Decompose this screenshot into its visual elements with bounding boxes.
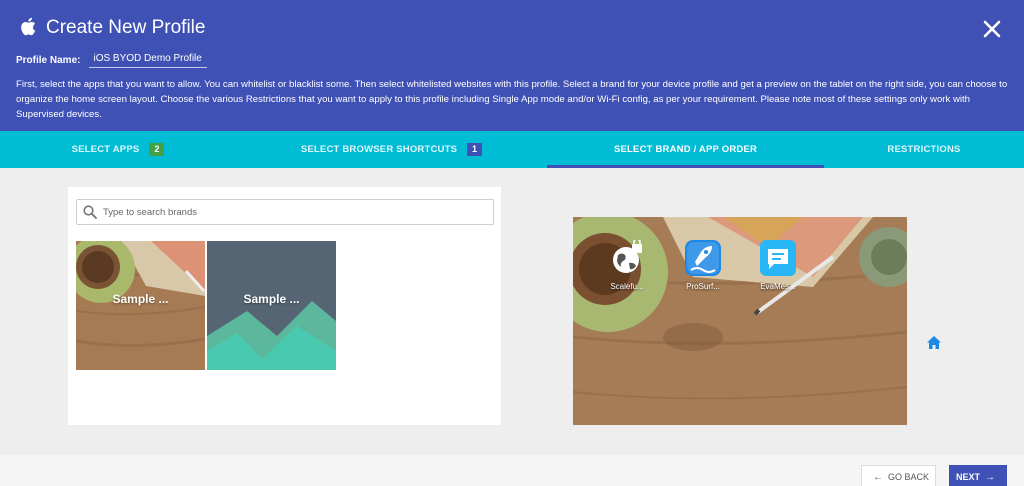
chat-icon [760,240,796,276]
tab-label: SELECT APPS [71,144,140,155]
app-label: EvaMes... [760,282,796,291]
header: Create New Profile Profile Name: First, … [0,0,1024,131]
brand-tile[interactable]: Sample ... [207,241,336,370]
next-button[interactable]: NEXT → [949,465,1007,486]
brand-tile[interactable]: Sample ... [76,241,205,370]
tablet-preview: Scalefu... ProSurf... EvaMes... [573,217,907,425]
tab-select-apps[interactable]: SELECT APPS 2 [0,131,236,168]
page-title: Create New Profile [46,17,206,38]
app-prosurf[interactable]: ProSurf... [681,240,725,291]
close-icon[interactable] [981,18,1003,40]
tab-label: SELECT BROWSER SHORTCUTS [300,144,458,155]
rocket-icon [685,240,721,276]
apple-icon [21,17,36,36]
go-back-button[interactable]: ← GO BACK [861,465,936,486]
globe-lock-icon [613,238,642,273]
go-back-label: GO BACK [887,472,929,482]
home-icon[interactable] [927,336,941,349]
wizard-tabs: SELECT APPS 2 SELECT BROWSER SHORTCUTS 1… [0,131,1024,168]
app-label: Scalefu... [610,282,644,291]
arrow-right-icon: → [985,471,995,483]
profile-name-row: Profile Name: [16,52,208,68]
tab-restrictions[interactable]: RESTRICTIONS [824,131,1024,168]
brand-label: Sample ... [112,292,169,306]
tab-select-browser-shortcuts[interactable]: SELECT BROWSER SHORTCUTS 1 [236,131,547,168]
count-badge: 2 [149,143,165,156]
tab-label: RESTRICTIONS [887,144,961,155]
tab-select-brand-app-order[interactable]: SELECT BRAND / APP ORDER [547,131,824,168]
app-label: ProSurf... [686,282,720,291]
arrow-left-icon: ← [872,471,883,483]
profile-name-input[interactable] [89,52,208,68]
tab-label: SELECT BRAND / APP ORDER [613,144,758,155]
brand-search-input[interactable] [103,205,483,219]
app-evamessage[interactable]: EvaMes... [756,240,800,291]
count-badge: 1 [467,143,483,156]
instructions-text: First, select the apps that you want to … [16,79,1008,120]
app-scalefusion[interactable]: Scalefu... [605,238,649,291]
profile-name-label: Profile Name: [16,54,81,66]
active-tab-indicator [547,165,824,168]
next-label: NEXT [955,472,980,482]
brand-label: Sample ... [243,292,300,306]
search-icon [83,205,97,219]
